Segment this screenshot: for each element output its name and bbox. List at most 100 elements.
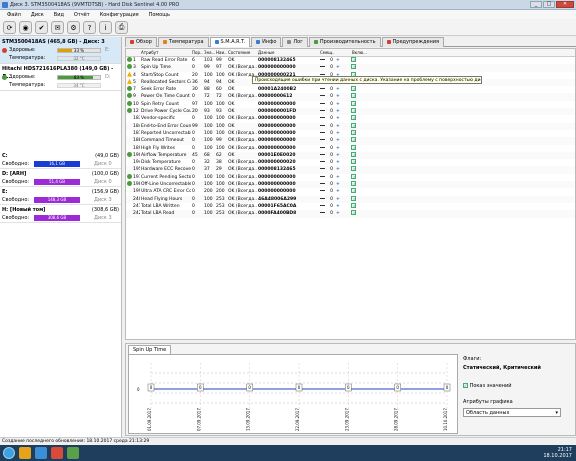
minus-icon[interactable] — [320, 175, 325, 177]
table-row[interactable]: 199Ultra ATA CRC Error Co...0200200OK (В… — [126, 188, 575, 195]
tab-log[interactable]: Лог — [282, 37, 308, 47]
col-data[interactable]: Данные — [257, 49, 319, 56]
test-icon[interactable]: ✔ — [35, 21, 48, 34]
menu-report[interactable]: Отчёт — [69, 10, 95, 19]
enable-checkbox[interactable]: ✓ — [351, 151, 356, 157]
volume-item[interactable]: E: (156,9 GB) Свободно: 148,3 GB Диск 3 — [0, 187, 121, 205]
plus-icon[interactable]: + — [335, 137, 343, 144]
table-row[interactable]: 198Off-Line Uncorrectable...0100100OK (В… — [126, 181, 575, 189]
table-row[interactable]: 10 Spin Retry Count 97 100 100 OK 000000000000… — [126, 100, 575, 108]
enable-checkbox[interactable]: ✓ — [351, 100, 356, 106]
minimize-button[interactable]: _ — [530, 1, 542, 8]
attr-select[interactable]: Область данных ▾ — [463, 408, 561, 417]
minus-icon[interactable] — [320, 161, 325, 163]
table-row[interactable]: 1 Raw Read Error Rate 6 103 99 OK 000008132465… — [126, 57, 575, 64]
col-worst[interactable]: Наи... — [215, 49, 227, 56]
folder-icon[interactable] — [19, 447, 31, 459]
table-row[interactable]: 240Head Flying Hours 0 100253OK (Всегда...… — [126, 195, 575, 203]
enable-checkbox[interactable]: ✓ — [351, 188, 356, 194]
table-row[interactable]: 3 Spin Up Time 0 99 97 OK (Всегда... 000000000… — [126, 64, 575, 72]
menu-disk[interactable]: Диск — [26, 10, 49, 19]
enable-checkbox[interactable]: ✓ — [351, 86, 356, 92]
info-icon[interactable]: i — [99, 21, 112, 34]
enable-checkbox[interactable]: ✓ — [351, 108, 356, 114]
enable-checkbox[interactable]: ✓ — [351, 64, 356, 70]
volume-item[interactable]: H: [Новый том] (308,6 GB) Свободно: 308,6 … — [0, 205, 121, 223]
minus-icon[interactable] — [320, 146, 325, 148]
tab-overview[interactable]: Обзор — [125, 37, 157, 47]
settings-icon[interactable]: ⚙ — [67, 21, 80, 34]
tab-performance[interactable]: Производительность — [308, 37, 381, 47]
plus-icon[interactable]: + — [335, 123, 343, 130]
minus-icon[interactable] — [320, 183, 325, 185]
show-values-checkbox[interactable]: ✓ — [463, 383, 468, 388]
plus-icon[interactable]: + — [335, 159, 343, 166]
table-row[interactable]: 188Command Timeout 0 10099 OK (Всегда...000… — [126, 137, 575, 145]
table-row[interactable]: 9 Power On Time Count 0 72 72 OK (Всегда... 00… — [126, 93, 575, 101]
refresh-icon[interactable]: ⟳ — [3, 21, 16, 34]
table-row[interactable]: 241Total LBA Written 0 100253OK (Всегда...… — [126, 202, 575, 210]
table-row[interactable]: 187Reported Uncorrectabl...0100100OK (Вс… — [126, 129, 575, 137]
minus-icon[interactable] — [320, 102, 325, 104]
enable-checkbox[interactable]: ✓ — [351, 115, 356, 121]
plus-icon[interactable]: + — [335, 93, 343, 100]
maximize-button[interactable]: □ — [543, 1, 555, 8]
enable-checkbox[interactable]: ✓ — [351, 173, 356, 179]
plus-icon[interactable]: + — [335, 174, 343, 181]
menu-view[interactable]: Вид — [49, 10, 69, 19]
col-state[interactable]: Состояние — [227, 49, 257, 56]
disk-icon[interactable]: ◉ — [19, 21, 32, 34]
start-button[interactable] — [3, 447, 15, 459]
disk-item[interactable]: STM3500418AS (465,8 GB) - Диск: 3 Здоров… — [0, 37, 121, 64]
enable-checkbox[interactable]: ✓ — [351, 129, 356, 135]
plus-icon[interactable]: + — [335, 152, 343, 159]
volume-item[interactable]: C: (49,0 GB) Свободно: 16,1 GB Диск 0 — [0, 151, 121, 169]
plus-icon[interactable]: + — [335, 188, 343, 195]
plus-icon[interactable]: + — [335, 108, 343, 115]
enable-checkbox[interactable]: ✓ — [351, 210, 356, 216]
table-row[interactable]: 190Airflow Temperature 45 68 62 OK 00001E0E00… — [126, 151, 575, 160]
plus-icon[interactable]: + — [335, 64, 343, 71]
minus-icon[interactable] — [320, 66, 325, 68]
browser-icon[interactable] — [35, 447, 47, 459]
minus-icon[interactable] — [320, 168, 325, 170]
plus-icon[interactable]: + — [335, 86, 343, 93]
minus-icon[interactable] — [320, 117, 325, 119]
enable-checkbox[interactable]: ✓ — [351, 195, 356, 201]
minus-icon[interactable] — [320, 212, 325, 214]
minus-icon[interactable] — [320, 153, 325, 155]
plus-icon[interactable]: + — [335, 57, 343, 64]
disk-item[interactable]: Hitachi HDS721616PLA380 (149,0 GB) - Д..… — [0, 64, 121, 91]
minus-icon[interactable] — [320, 59, 325, 60]
enable-checkbox[interactable]: ✓ — [351, 166, 356, 172]
enable-checkbox[interactable]: ✓ — [351, 202, 356, 208]
menu-config[interactable]: Конфигурация — [95, 10, 144, 19]
hds-icon[interactable] — [67, 447, 79, 459]
plus-icon[interactable]: + — [335, 210, 343, 217]
table-row[interactable]: 7Seek Error Rate308860OK00001A2400B20+✓ — [126, 86, 575, 93]
table-row[interactable]: 184End-to-End Error Count99100100OK00000… — [126, 122, 575, 130]
volume-item[interactable]: D: [ARH] (100,0 GB) Свободно: 51,4 GB Диск … — [0, 169, 121, 187]
print-icon[interactable]: ⎙ — [115, 21, 128, 34]
tab-alerts[interactable]: Предупреждения — [381, 37, 445, 47]
enable-checkbox[interactable]: ✓ — [351, 122, 356, 128]
minus-icon[interactable] — [320, 73, 325, 75]
table-row[interactable]: 194Disk Temperature 0 32 38 OK (Всегда...000… — [126, 159, 575, 166]
report-icon[interactable]: ✉ — [51, 21, 64, 34]
plus-icon[interactable]: + — [335, 130, 343, 137]
minus-icon[interactable] — [320, 95, 325, 97]
col-attribute[interactable]: Атрибут — [140, 49, 191, 56]
enable-checkbox[interactable]: ✓ — [351, 57, 356, 62]
table-row[interactable]: 183Vendor-specific0100100OK (Всегда...00… — [126, 115, 575, 122]
tab-info[interactable]: Инфо — [251, 37, 282, 47]
plus-icon[interactable]: + — [335, 115, 343, 122]
table-row[interactable]: 197Current Pending Sectors...0100100OK (… — [126, 173, 575, 181]
menu-help[interactable]: Помощь — [144, 10, 175, 19]
minus-icon[interactable] — [320, 110, 325, 112]
minus-icon[interactable] — [320, 124, 325, 126]
plus-icon[interactable]: + — [335, 101, 343, 108]
plus-icon[interactable]: + — [335, 203, 343, 210]
minus-icon[interactable] — [320, 197, 325, 199]
col-value[interactable]: Зна... — [203, 49, 215, 56]
table-row[interactable]: 195Hardware ECC Recovered0 37 29 OK (Всегда… — [126, 166, 575, 174]
